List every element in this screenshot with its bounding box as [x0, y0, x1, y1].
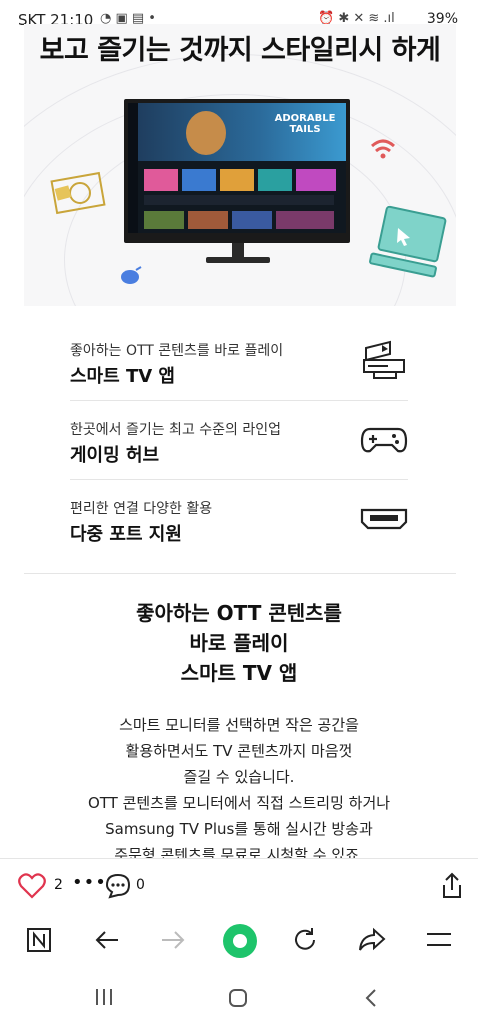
- feature-item-gaming-hub[interactable]: 한곳에서 즐기는 최고 수준의 라인업 게이밍 허브: [70, 401, 408, 480]
- feature-title: 게이밍 허브: [70, 445, 160, 466]
- post-action-bar: 2 ••• 0: [0, 858, 478, 914]
- wifi-icon: [370, 139, 396, 159]
- section-heading: 좋아하는 OTT 콘텐츠를 바로 플레이 스마트 TV 앱: [0, 598, 478, 688]
- back-arrow-icon[interactable]: [94, 929, 120, 951]
- forward-arrow-icon[interactable]: [160, 929, 186, 951]
- heading-line: 좋아하는 OTT 콘텐츠를: [136, 601, 342, 625]
- like-count: 2: [54, 877, 63, 893]
- section-body: 스마트 모니터를 선택하면 작은 공간을 활용하면서도 TV 콘텐츠까지 마음껏…: [0, 712, 478, 868]
- smart-tv-icon: [363, 340, 405, 379]
- screen-heading: ADORABLE TAILS: [274, 113, 336, 135]
- laptop-icon: [369, 206, 447, 278]
- heading-line: 바로 플레이: [189, 631, 289, 655]
- heart-icon[interactable]: [18, 873, 46, 899]
- comment-icon[interactable]: [104, 872, 132, 900]
- green-dot-icon[interactable]: [222, 923, 258, 959]
- monitor-base: [206, 257, 270, 263]
- monitor-screen: ADORABLE TAILS: [128, 103, 346, 233]
- hdmi-port-icon: [360, 508, 408, 530]
- hamster-mascot: [186, 111, 226, 155]
- body-line: OTT 콘텐츠를 모니터에서 직접 스트리밍 하거나: [87, 794, 391, 812]
- camera-sketch-icon: [50, 171, 106, 215]
- hero-title: 보고 즐기는 것까지 스타일리시 하게: [39, 35, 441, 66]
- section-divider: [24, 573, 456, 574]
- gamepad-mini-icon: [121, 266, 142, 284]
- feature-subtitle: 좋아하는 OTT 콘텐츠를 바로 플레이: [70, 343, 284, 359]
- share-icon[interactable]: [440, 872, 464, 900]
- feature-item-smart-tv[interactable]: 좋아하는 OTT 콘텐츠를 바로 플레이 스마트 TV 앱: [70, 322, 408, 401]
- menu-icon[interactable]: [426, 929, 452, 951]
- body-line: Samsung TV Plus를 통해 실시간 방송과: [105, 820, 373, 838]
- more-icon[interactable]: •••: [72, 872, 107, 893]
- feature-subtitle: 한곳에서 즐기는 최고 수준의 라인업: [70, 422, 281, 438]
- share-arrow-icon[interactable]: [358, 927, 386, 953]
- system-back-icon[interactable]: [364, 988, 378, 1008]
- feature-title: 스마트 TV 앱: [70, 366, 175, 387]
- hero-banner: 보고 즐기는 것까지 스타일리시 하게 ADORABLE TAILS: [24, 24, 456, 306]
- gamepad-icon: [360, 427, 408, 453]
- feature-subtitle: 편리한 연결 다양한 활용: [70, 501, 213, 517]
- body-line: 즐길 수 있습니다.: [183, 768, 295, 786]
- recent-apps-icon[interactable]: [94, 988, 114, 1006]
- heading-line: 스마트 TV 앱: [180, 661, 298, 685]
- browser-nav-bar: [0, 913, 478, 969]
- smart-monitor-image: ADORABLE TAILS: [124, 99, 350, 243]
- feature-list: 좋아하는 OTT 콘텐츠를 바로 플레이 스마트 TV 앱 한곳에서 즐기는 최…: [70, 322, 408, 558]
- home-button-icon[interactable]: [228, 988, 248, 1008]
- body-line: 스마트 모니터를 선택하면 작은 공간을: [119, 716, 359, 734]
- body-line: 활용하면서도 TV 콘텐츠까지 마음껏: [125, 742, 353, 760]
- refresh-icon[interactable]: [292, 927, 318, 953]
- system-nav-bar: [0, 970, 478, 1024]
- feature-item-multi-port[interactable]: 편리한 연결 다양한 활용 다중 포트 지원: [70, 480, 408, 558]
- feature-title: 다중 포트 지원: [70, 524, 182, 545]
- comment-count: 0: [136, 877, 145, 893]
- naver-home-icon[interactable]: [26, 927, 52, 953]
